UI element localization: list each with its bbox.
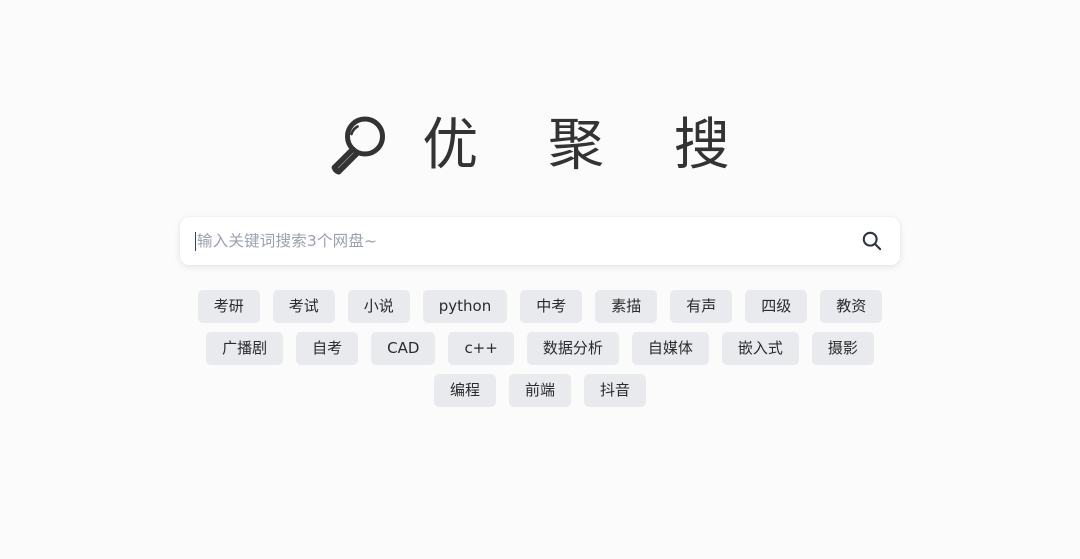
search-submit-button[interactable] [844, 217, 900, 265]
hot-tag[interactable]: 自媒体 [631, 332, 709, 365]
hot-tag[interactable]: 考研 [197, 290, 260, 323]
hot-tag[interactable]: 素描 [595, 290, 658, 323]
hot-tag[interactable]: 广播剧 [206, 332, 284, 365]
hot-tag[interactable]: 有声 [670, 290, 733, 323]
hot-tag[interactable]: 中考 [520, 290, 583, 323]
hot-tag[interactable]: 嵌入式 [721, 332, 799, 365]
hot-tags: 考研 考试 小说 python 中考 素描 有声 四级 教资 广播剧 自考 CAD c++ 数据分析 自媒… [170, 290, 910, 407]
page-title: 优 聚 搜 [422, 113, 756, 178]
hot-tag[interactable]: 考试 [272, 290, 335, 323]
hot-tag[interactable]: python [422, 290, 508, 323]
hot-tag[interactable]: 摄影 [811, 332, 874, 365]
magnifier-icon [324, 113, 390, 179]
hot-tag[interactable]: 编程 [433, 374, 496, 407]
tag-row: 广播剧 自考 CAD c++ 数据分析 自媒体 嵌入式 摄影 [206, 332, 874, 365]
brand-header: 优 聚 搜 [324, 104, 756, 188]
tag-row: 编程 前端 抖音 [433, 374, 647, 407]
hot-tag[interactable]: 抖音 [584, 374, 647, 407]
tag-row: 考研 考试 小说 python 中考 素描 有声 四级 教资 [197, 290, 883, 323]
search-bar[interactable] [180, 217, 900, 265]
hot-tag[interactable]: 前端 [508, 374, 571, 407]
hot-tag[interactable]: 小说 [347, 290, 410, 323]
hot-tag[interactable]: 数据分析 [526, 332, 619, 365]
text-caret [195, 231, 196, 251]
hot-tag[interactable]: CAD [371, 332, 436, 365]
hot-tag[interactable]: c++ [448, 332, 514, 365]
search-icon [861, 230, 883, 252]
hot-tag[interactable]: 教资 [820, 290, 883, 323]
search-input-container[interactable] [180, 217, 844, 265]
page-root: 优 聚 搜 考研考试小说 python 中考素描有声四级教资 广播剧自考 CAD c++… [0, 0, 1080, 559]
hot-tag[interactable]: 自考 [296, 332, 359, 365]
hot-tag[interactable]: 四级 [745, 290, 808, 323]
search-input[interactable] [197, 217, 844, 265]
